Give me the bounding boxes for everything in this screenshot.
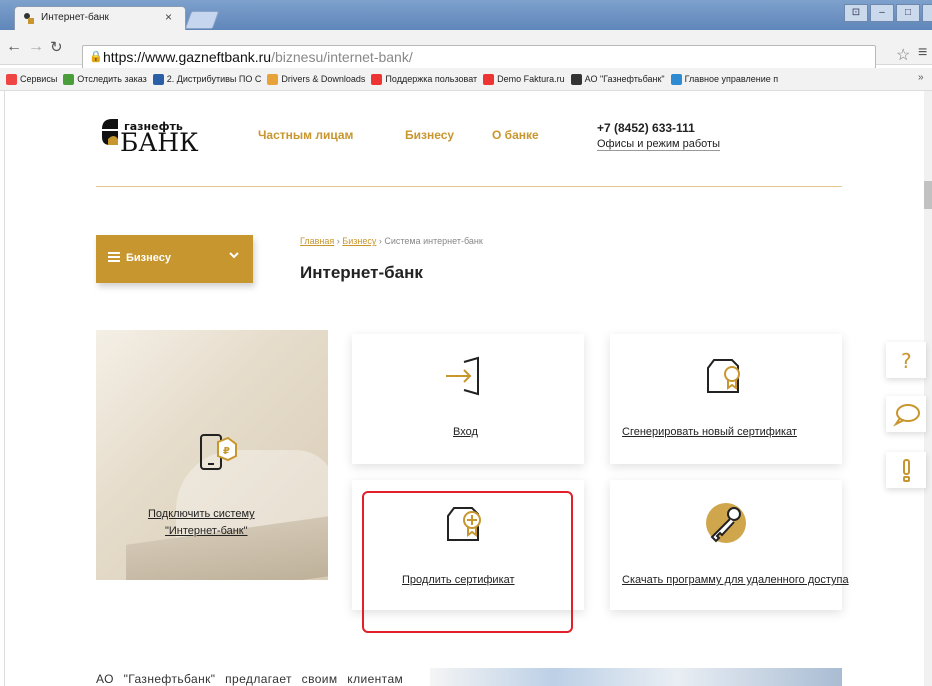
connect-link-line2[interactable]: "Интернет-банк" [165,525,248,537]
scrollbar-thumb[interactable] [924,181,932,209]
bookmark-label: Поддержка пользоват [385,74,478,84]
bookmark-item[interactable]: Сервисы [6,73,58,85]
page-title: Интернет-банк [300,263,423,282]
chat-bubble-icon [893,404,920,427]
bottom-banner-image [430,668,842,686]
logo-bottom-text: БАНК [120,128,199,157]
window-user-button[interactable]: ⊡ [844,4,868,22]
f-logo-icon [483,73,495,85]
svg-text:?: ? [901,349,912,373]
window-close-button[interactable]: x [922,4,932,22]
bookmarks-more[interactable]: » [918,72,924,83]
connect-link-line1[interactable]: Подключить систему [148,508,255,520]
bookmark-label: Demo Faktura.ru [497,74,565,84]
scrollbar[interactable] [924,91,932,686]
new-cert-link[interactable]: Сгенерировать новый сертификат [622,426,797,438]
exclamation-icon [903,459,910,482]
bookmark-label: Главное управление п [684,74,779,84]
menu-icon[interactable]: ≡ [918,44,927,62]
chevron-down-icon [228,249,240,261]
bank-favicon-icon [23,12,35,24]
window-buttons: ⊡ – □ x [844,4,932,22]
download-link[interactable]: Скачать программу для удаленного доступа [622,574,849,586]
section-menu-label: Бизнесу [126,252,171,264]
bookmarks-bar: Сервисы Отследить заказ 2. Дистрибутивы ПО… [0,68,932,91]
back-arrow-icon[interactable]: ← [6,38,22,56]
nav-business[interactable]: Бизнесу [405,128,454,142]
chat-button[interactable] [886,396,926,432]
bookmark-star-icon[interactable]: ☆ [896,45,910,65]
page-border [4,91,5,686]
tab-title: Интернет-банк [41,12,109,23]
help-button[interactable]: ? [886,342,926,378]
bookmark-item[interactable]: Поддержка пользоват [371,73,478,85]
certificate-icon [704,354,748,401]
alert-button[interactable] [886,452,926,488]
connect-promo-tile[interactable]: ₽ Подключить систему "Интернет-банк" [96,330,328,580]
bookmark-label: 2. Дистрибутивы ПО С [166,74,262,84]
address-bar[interactable]: 🔒 https://www.gazneftbank.ru/biznesu/int… [82,45,876,69]
bank-logo[interactable]: газнефть БАНК [98,115,228,157]
bookmark-item[interactable]: Отследить заказ [63,73,147,85]
intro-text: АО "Газнефтьбанк" предлагает своим клиен… [96,672,404,686]
section-menu-button[interactable]: Бизнесу [96,235,253,283]
remote-access-key-icon [704,500,750,549]
breadcrumb: Главная › Бизнесу › Система интернет-бан… [300,236,483,246]
login-link[interactable]: Вход [453,426,478,438]
bookmark-item[interactable]: Drivers & Downloads [267,73,366,85]
breadcrumb-section[interactable]: Бизнесу [342,236,376,246]
tab-close-icon[interactable]: × [165,10,172,24]
nav-private[interactable]: Частным лицам [258,128,353,142]
login-door-icon [444,356,488,399]
bookmark-label: Drivers & Downloads [281,74,366,84]
new-cert-card[interactable]: Сгенерировать новый сертификат [610,334,842,464]
forward-arrow-icon[interactable]: → [28,38,44,56]
bookmark-label: Сервисы [20,74,58,84]
breadcrumb-home[interactable]: Главная [300,236,334,246]
bookmark-item[interactable]: Demo Faktura.ru [483,73,565,85]
mobile-payment-icon: ₽ [198,432,238,477]
lock-icon: 🔒 [89,51,103,63]
breadcrumb-current: Система интернет-банк [384,236,483,246]
url-text: https://www.gazneftbank.ru/biznesu/inter… [103,49,413,65]
browser-tab[interactable]: Интернет-банк × [14,6,186,31]
highlight-frame [362,491,573,633]
hamburger-icon [108,252,120,262]
nav-about[interactable]: О банке [492,128,539,142]
question-icon: ? [901,349,912,373]
parcel-icon [63,73,75,85]
drv-icon [267,73,279,85]
breadcrumb-separator: › [378,236,382,246]
offices-link[interactable]: Офисы и режим работы [597,138,721,151]
bookmark-label: АО "Газнефтьбанк" [584,74,665,84]
bookmark-item[interactable]: АО "Газнефтьбанк" [570,73,665,85]
logo-drop-icon [102,119,118,145]
f-logo-icon [371,73,383,85]
x-logo-icon [152,73,164,85]
ministry-icon [670,73,682,85]
bank-logo-icon [570,73,582,85]
phone-number[interactable]: +7 (8452) 633-111 [597,121,695,135]
bookmark-label: Отследить заказ [77,74,147,84]
breadcrumb-separator: › [336,236,340,246]
apps-grid-icon [6,73,17,85]
window-maximize-button[interactable]: □ [896,4,920,22]
login-card[interactable]: Вход [352,334,584,464]
bookmark-item[interactable]: 2. Дистрибутивы ПО С [152,73,262,85]
header-divider [96,186,842,187]
svg-text:₽: ₽ [223,446,230,457]
window-minimize-button[interactable]: – [870,4,894,22]
download-card[interactable]: Скачать программу для удаленного доступа [610,480,849,610]
reload-icon[interactable]: ↻ [50,38,63,56]
bookmark-item[interactable]: Главное управление п [670,73,779,85]
